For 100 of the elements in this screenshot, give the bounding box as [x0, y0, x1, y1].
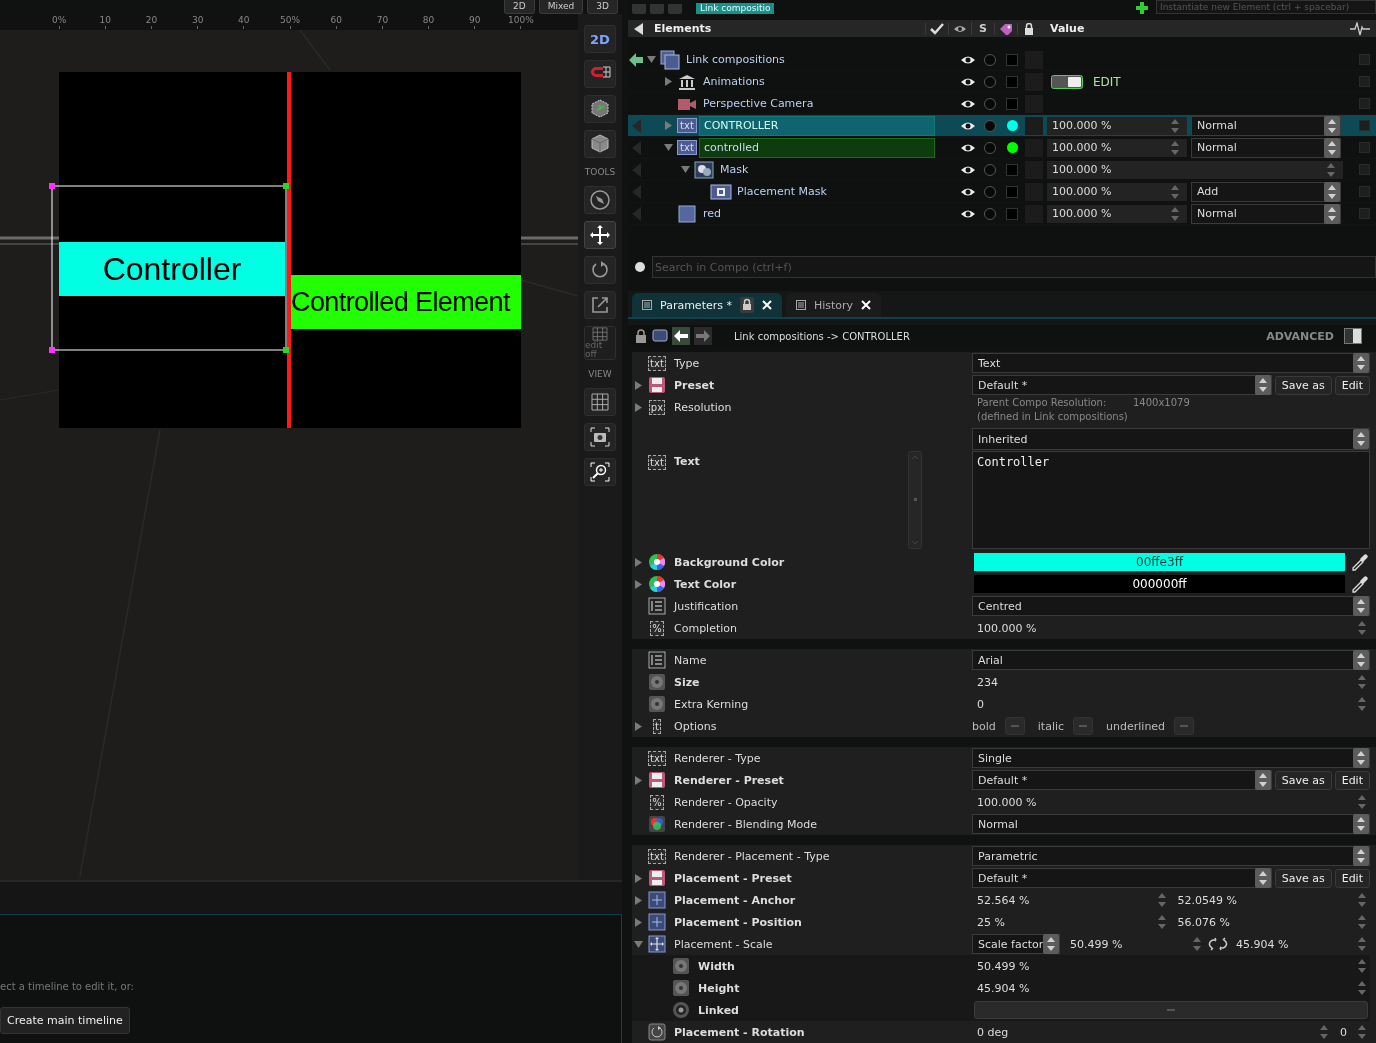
number-value[interactable]: 50.499 %: [1065, 937, 1123, 951]
eye-icon[interactable]: [960, 142, 976, 153]
solo-toggle[interactable]: [983, 96, 997, 111]
preset-button[interactable]: Edit: [1334, 375, 1370, 395]
eyedropper-icon[interactable]: [1350, 575, 1368, 593]
blend-mode-dropdown[interactable]: Normal: [1191, 137, 1341, 158]
element-row[interactable]: Link compositions: [628, 49, 1376, 71]
lock-icon[interactable]: [1022, 22, 1036, 35]
collapse-arrow-icon[interactable]: [680, 165, 690, 174]
number-value[interactable]: 234: [972, 675, 998, 689]
collapse-arrow-icon[interactable]: [633, 939, 643, 949]
row-checkbox[interactable]: [1358, 76, 1370, 87]
tag-icon[interactable]: [999, 22, 1013, 35]
stepper-icon[interactable]: [1358, 914, 1366, 930]
eye-icon[interactable]: [960, 98, 976, 109]
element-name[interactable]: controlled: [699, 137, 935, 158]
number-value[interactable]: 25 %: [972, 915, 1005, 929]
expand-arrow-icon[interactable]: [633, 579, 643, 589]
element-name[interactable]: Animations: [699, 72, 769, 91]
solo-toggle[interactable]: [983, 74, 997, 89]
preset-button[interactable]: Save as: [1274, 375, 1332, 395]
stepper-icon[interactable]: [1157, 892, 1166, 908]
opacity-field[interactable]: 100.000 %: [1047, 116, 1187, 135]
stepper-icon[interactable]: [1358, 620, 1366, 636]
dropdown[interactable]: Centred: [972, 596, 1370, 616]
expand-arrow-icon[interactable]: [633, 917, 643, 927]
number-value[interactable]: 50.499 %: [972, 959, 1030, 973]
tool-button[interactable]: [584, 221, 616, 249]
stepper-icon[interactable]: [1157, 914, 1166, 930]
color-swatch[interactable]: 000000ff: [974, 575, 1345, 593]
create-timeline-button[interactable]: Create main timeline: [0, 1007, 130, 1034]
eye-icon[interactable]: [960, 208, 976, 219]
solo-toggle[interactable]: [983, 162, 997, 177]
stepper-icon[interactable]: [1358, 696, 1366, 712]
number-value[interactable]: 45.904 %: [972, 981, 1030, 995]
dropdown[interactable]: Text: [972, 353, 1370, 373]
tool-button[interactable]: [584, 458, 616, 486]
eye-icon[interactable]: [960, 186, 976, 197]
row-checkbox[interactable]: [1358, 208, 1370, 219]
row-checkbox[interactable]: [1358, 54, 1370, 65]
broken-link-icon[interactable]: [1208, 936, 1228, 952]
element-row[interactable]: Animations EDIT: [628, 71, 1376, 93]
color-swatch[interactable]: 00ffe3ff: [974, 553, 1345, 571]
view-mode-button[interactable]: 3D: [587, 0, 618, 14]
advanced-switch[interactable]: [1344, 328, 1362, 344]
dropdown[interactable]: Arial: [972, 650, 1370, 670]
number-value[interactable]: 56.076 %: [1172, 915, 1230, 929]
number-value[interactable]: 0: [972, 697, 984, 711]
expand-arrow-icon[interactable]: [633, 895, 643, 905]
element-name[interactable]: Link compositions: [682, 50, 789, 69]
solo-toggle[interactable]: [983, 184, 997, 199]
stepper-icon[interactable]: [1358, 674, 1366, 690]
stepper-icon[interactable]: [1327, 161, 1335, 178]
composition-tab[interactable]: Link compositio: [696, 3, 775, 14]
blend-mode-dropdown[interactable]: Normal: [1191, 115, 1341, 136]
row-checkbox[interactable]: [1358, 164, 1370, 175]
collapse-arrow-icon[interactable]: [663, 143, 673, 152]
view-mode-button[interactable]: 2D: [504, 0, 535, 14]
triangle-left-icon[interactable]: [631, 118, 641, 133]
preset-dropdown[interactable]: Default *: [972, 375, 1272, 395]
number-value[interactable]: 100.000 %: [972, 621, 1037, 635]
dropdown[interactable]: Single: [972, 748, 1370, 768]
eyedropper-icon[interactable]: [1350, 553, 1368, 571]
scale-mode-dropdown[interactable]: Scale factor: [972, 934, 1060, 954]
number-value[interactable]: 52.0549 %: [1172, 893, 1237, 907]
eye-icon[interactable]: [960, 76, 976, 87]
tool-button[interactable]: [584, 423, 616, 451]
scroll-handle[interactable]: [908, 451, 922, 549]
stepper-icon[interactable]: [1193, 936, 1201, 952]
number-value[interactable]: 100.000 %: [972, 795, 1037, 809]
opacity-field[interactable]: 100.000 %: [1047, 160, 1343, 179]
stepper-icon[interactable]: [1320, 1024, 1328, 1040]
dropdown[interactable]: Parametric: [972, 846, 1370, 866]
toggle-button[interactable]: [1004, 717, 1025, 735]
blend-mode-dropdown[interactable]: Normal: [1191, 203, 1341, 224]
view-mode-button[interactable]: Mixed: [538, 0, 584, 14]
element-name[interactable]: red: [699, 204, 726, 223]
expand-arrow-icon[interactable]: [663, 121, 673, 130]
dropdown[interactable]: Normal: [972, 814, 1370, 834]
toggle-button[interactable]: [1073, 717, 1094, 735]
color-tag-box[interactable]: [1006, 207, 1018, 220]
tool-button[interactable]: [584, 95, 616, 123]
number-value[interactable]: 52.564 %: [972, 893, 1030, 907]
tool-button[interactable]: [584, 130, 616, 158]
color-tag-box[interactable]: [1006, 75, 1018, 88]
stepper-icon[interactable]: [1171, 205, 1179, 222]
element-name[interactable]: Mask: [716, 160, 753, 179]
add-icon[interactable]: [1136, 2, 1148, 14]
stepper-icon[interactable]: [1358, 794, 1366, 810]
solo-toggle[interactable]: [983, 52, 997, 67]
lock-toggle[interactable]: [1025, 116, 1043, 135]
opacity-field[interactable]: 100.000 %: [1047, 204, 1187, 223]
row-checkbox[interactable]: [1358, 142, 1370, 153]
collapse-arrow-icon[interactable]: [646, 55, 656, 64]
stepper-icon[interactable]: [1358, 936, 1366, 952]
number-value[interactable]: 45.904 %: [1231, 937, 1289, 951]
arrow-left-icon[interactable]: [629, 52, 643, 67]
screen-icon[interactable]: [652, 328, 668, 344]
waveform-icon[interactable]: [1350, 21, 1370, 36]
edit-switch[interactable]: [1051, 74, 1083, 89]
